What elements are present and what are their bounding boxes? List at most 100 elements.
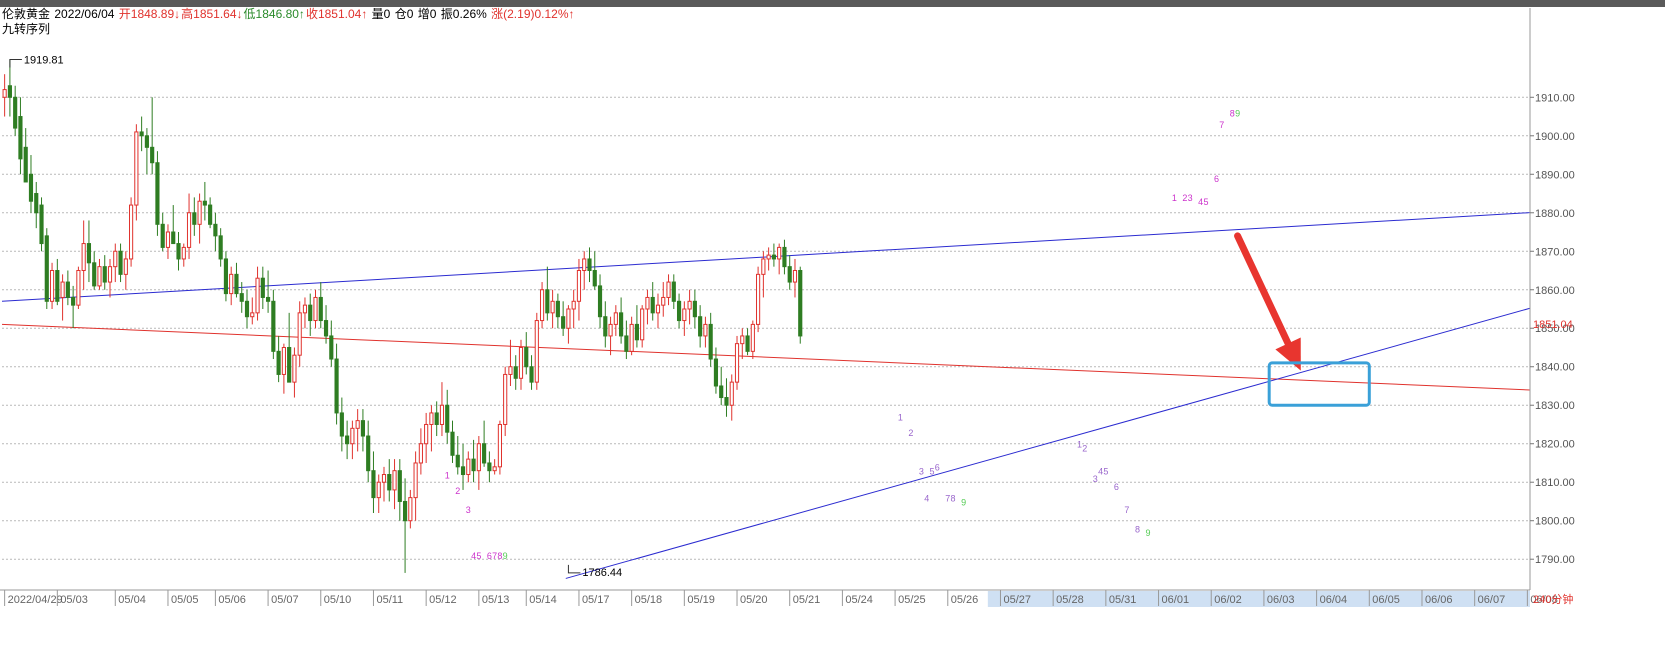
candle-body <box>71 296 76 306</box>
candle-body <box>492 466 497 472</box>
candle-body <box>682 308 687 322</box>
candle-body <box>102 266 107 283</box>
y-tick-label: 1820.00 <box>1535 439 1575 451</box>
candle-body <box>534 320 539 383</box>
candle-body <box>418 443 423 464</box>
candle-body <box>144 135 149 148</box>
candle-body <box>13 96 18 129</box>
candle-body <box>260 277 265 298</box>
sequence-number: 8 <box>1230 109 1235 119</box>
x-tick-label: 05/20 <box>740 594 768 606</box>
candle-body <box>592 270 597 287</box>
x-tick-label: 05/31 <box>1109 594 1137 606</box>
candle-body <box>266 296 271 302</box>
price-marker: 1851.04 <box>1533 319 1573 331</box>
candle-body <box>566 308 571 329</box>
sequence-number: 5 <box>476 551 481 561</box>
candle-body <box>798 270 803 337</box>
candle-body <box>719 385 724 399</box>
low-label: 1786.44 <box>582 567 622 579</box>
high-marker <box>9 59 22 68</box>
x-tick-label: 06/07 <box>1478 594 1506 606</box>
candle-body <box>371 470 376 499</box>
candle-body <box>476 443 481 472</box>
candle-body <box>55 270 60 302</box>
candle-body <box>60 281 65 298</box>
x-tick-label: 05/17 <box>582 594 610 606</box>
y-tick-label: 1900.00 <box>1535 131 1575 143</box>
candle-body <box>271 300 276 352</box>
candle-body <box>160 223 165 248</box>
candle-body <box>497 423 502 468</box>
candle-body <box>250 312 255 318</box>
candle-body <box>750 323 755 352</box>
candle-body <box>297 312 302 356</box>
candle-body <box>619 312 624 337</box>
candle-body <box>787 266 792 283</box>
candle-body <box>518 346 524 379</box>
candle-body <box>334 358 339 414</box>
candle-body <box>745 335 750 352</box>
sequence-number: 6 <box>1214 174 1219 184</box>
candle-body <box>582 258 587 272</box>
x-tick-label: 05/21 <box>793 594 821 606</box>
candle-body <box>471 458 476 472</box>
candle-body <box>292 354 297 383</box>
candle-body <box>460 466 466 476</box>
candle-body <box>439 404 445 425</box>
candle-body <box>134 131 139 206</box>
y-tick-label: 1840.00 <box>1535 362 1575 374</box>
candle-body <box>123 258 128 275</box>
x-tick-label: 06/02 <box>1214 594 1242 606</box>
candle-body <box>171 231 176 245</box>
sequence-number: 2 <box>1082 443 1087 453</box>
candle-body <box>23 146 28 183</box>
candle-body <box>397 470 402 502</box>
candle-body <box>740 335 745 345</box>
candle-body <box>408 497 413 522</box>
candle-body <box>313 296 318 322</box>
candle-body <box>366 435 371 472</box>
candle-body <box>113 250 118 268</box>
sequence-number: 1 <box>898 413 903 423</box>
candle-body <box>107 266 113 283</box>
candle-body <box>455 454 460 468</box>
candle-body <box>86 243 92 264</box>
sequence-number: 7 <box>945 493 950 503</box>
candles <box>2 59 803 573</box>
sequence-number: 3 <box>1093 474 1098 484</box>
candle-body <box>34 193 39 214</box>
candle-body <box>7 85 12 98</box>
candle-body <box>513 366 518 379</box>
candle-body <box>645 296 650 310</box>
candle-body <box>97 266 102 287</box>
candle-body <box>666 281 671 298</box>
x-tick-label: 05/12 <box>429 594 457 606</box>
x-tick-label: 05/19 <box>687 594 715 606</box>
candle-body <box>482 443 487 464</box>
y-tick-label: 1890.00 <box>1535 169 1575 181</box>
candle-body <box>287 346 292 383</box>
candle-body <box>603 316 608 337</box>
candle-body <box>529 366 534 383</box>
x-tick-label: 05/28 <box>1056 594 1084 606</box>
candle-body <box>255 277 260 314</box>
y-tick-label: 1800.00 <box>1535 516 1575 528</box>
sequence-number: 3 <box>1188 193 1193 203</box>
candle-body <box>634 323 639 341</box>
sequence-labels: 1234 5 6 7 8 912345 67 8 91 234 5678 91 2 3 4 5678 9 <box>445 109 1240 562</box>
sequence-number: 4 <box>924 493 929 503</box>
candle-body <box>629 323 634 352</box>
candlestick-chart[interactable]: 1234 5 6 7 8 912345 67 8 91 234 5678 91 2 3 4 5678 9 191… <box>0 0 1665 650</box>
candle-body <box>376 481 381 499</box>
candle-body <box>150 146 155 164</box>
y-tick-label: 1910.00 <box>1535 92 1575 104</box>
sequence-number: 5 <box>1103 467 1108 477</box>
candle-body <box>587 258 592 272</box>
candle-body <box>129 204 134 260</box>
sequence-number: 9 <box>1145 528 1150 538</box>
sequence-number: 5 <box>1203 197 1208 207</box>
candle-body <box>766 254 771 260</box>
candle-body <box>524 346 529 368</box>
candle-body <box>218 235 223 260</box>
